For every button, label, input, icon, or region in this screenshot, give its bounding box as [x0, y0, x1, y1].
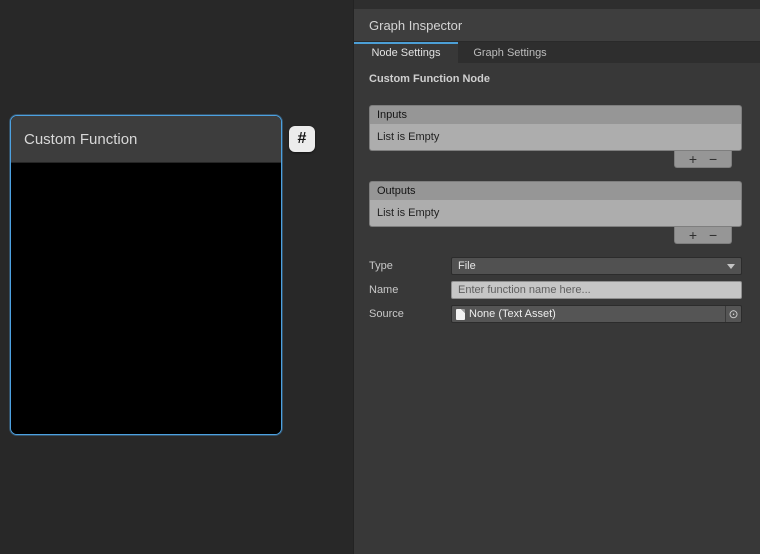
source-label: Source: [369, 308, 451, 320]
inputs-list-footer: + −: [369, 151, 742, 168]
type-label: Type: [369, 260, 451, 272]
type-dropdown-value: File: [458, 260, 727, 272]
text-asset-icon: [456, 309, 465, 320]
outputs-remove-button[interactable]: −: [709, 228, 717, 242]
outputs-footer-bar: + −: [674, 227, 732, 244]
source-object-field[interactable]: None (Text Asset) ⊙: [451, 305, 742, 323]
type-dropdown[interactable]: File: [451, 257, 742, 275]
name-field-row: Name: [369, 281, 742, 299]
node-title-bar[interactable]: Custom Function: [11, 116, 281, 163]
inputs-list-title: Inputs: [377, 109, 407, 121]
inspector-title-bar[interactable]: Graph Inspector: [354, 9, 760, 42]
inputs-footer-bar: + −: [674, 151, 732, 168]
inputs-list-header[interactable]: Inputs: [369, 105, 742, 124]
name-label: Name: [369, 284, 451, 296]
inputs-list-empty-row: List is Empty: [369, 124, 742, 151]
shader-graph-window: Custom Function # Graph Inspector Node S…: [0, 0, 760, 554]
inspector-content: Custom Function Node Inputs List is Empt…: [354, 63, 760, 554]
tab-node-settings[interactable]: Node Settings: [354, 42, 458, 63]
inputs-remove-button[interactable]: −: [709, 152, 717, 166]
outputs-list-header[interactable]: Outputs: [369, 181, 742, 200]
outputs-list: Outputs List is Empty + −: [369, 181, 742, 244]
hash-icon: #: [298, 130, 307, 148]
outputs-empty-label: List is Empty: [377, 207, 439, 219]
inspector-header-area: Graph Inspector Node Settings Graph Sett…: [354, 0, 760, 63]
source-field-row: Source None (Text Asset) ⊙: [369, 305, 742, 323]
function-name-input[interactable]: [451, 281, 742, 299]
custom-function-node[interactable]: Custom Function: [10, 115, 282, 435]
node-preview-area: [11, 163, 281, 435]
node-title: Custom Function: [24, 131, 137, 148]
type-field-row: Type File: [369, 257, 742, 275]
graph-inspector-panel: Graph Inspector Node Settings Graph Sett…: [353, 0, 760, 554]
inspector-title: Graph Inspector: [369, 18, 462, 33]
section-title: Custom Function Node: [369, 73, 742, 85]
object-picker-button[interactable]: ⊙: [725, 306, 741, 322]
hash-badge-button[interactable]: #: [289, 126, 315, 152]
inputs-empty-label: List is Empty: [377, 131, 439, 143]
inputs-add-button[interactable]: +: [689, 152, 697, 166]
outputs-list-footer: + −: [369, 227, 742, 244]
inputs-list: Inputs List is Empty + −: [369, 105, 742, 168]
outputs-add-button[interactable]: +: [689, 228, 697, 242]
outputs-list-title: Outputs: [377, 185, 416, 197]
chevron-down-icon: [727, 264, 735, 269]
tab-graph-settings[interactable]: Graph Settings: [458, 42, 562, 63]
graph-canvas[interactable]: Custom Function #: [0, 0, 353, 554]
object-picker-icon: ⊙: [728, 308, 738, 320]
outputs-list-empty-row: List is Empty: [369, 200, 742, 227]
inspector-tab-bar: Node Settings Graph Settings: [354, 42, 760, 63]
source-object-value: None (Text Asset): [469, 308, 725, 320]
